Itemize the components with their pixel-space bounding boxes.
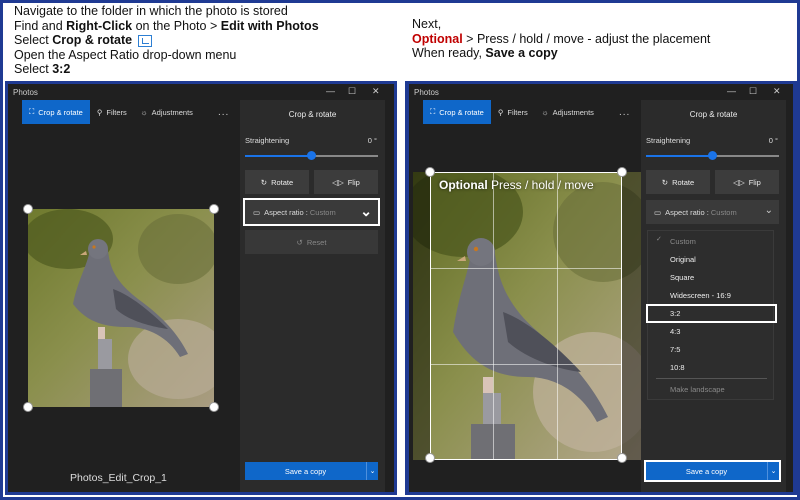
save-copy-button[interactable]: Save a copy	[245, 462, 366, 480]
pigeon-photo-svg	[28, 209, 214, 407]
dropdown-item-7-5[interactable]: 7:5	[648, 341, 773, 358]
crop-handle-top-right[interactable]	[209, 204, 219, 214]
tab-adjustments[interactable]: ☼ Adjustments	[134, 100, 200, 124]
crop-frame[interactable]	[430, 172, 622, 460]
photo-caption: Photos_Edit_Crop_1	[70, 472, 167, 484]
crop-handle-top-left[interactable]	[23, 204, 33, 214]
flip-button[interactable]: ◁▷ Flip	[314, 170, 378, 194]
more-options-button[interactable]: ...	[218, 107, 229, 118]
dropdown-item-original[interactable]: Original	[648, 251, 773, 268]
instruction-line-3: Select Crop & rotate	[14, 33, 319, 48]
tab-adjustments[interactable]: ☼ Adjustments	[535, 100, 601, 124]
flip-icon: ◁▷	[733, 177, 745, 187]
flip-button[interactable]: ◁▷ Flip	[715, 170, 779, 194]
crop-handle-top-right[interactable]	[617, 167, 627, 177]
dropdown-item-4-3[interactable]: 4:3	[648, 323, 773, 340]
rotate-button[interactable]: ↻ Rotate	[646, 170, 710, 194]
reset-button[interactable]: ↺ Reset	[245, 230, 378, 254]
highlight-3-2	[646, 304, 777, 323]
aspect-ratio-icon: ▭	[654, 207, 662, 217]
more-options-button[interactable]: ...	[619, 107, 630, 118]
aspect-ratio-select[interactable]: ▭ Aspect ratio : Custom ⌄	[646, 200, 779, 224]
tab-filters[interactable]: ⚲ Filters	[90, 100, 134, 124]
dropdown-separator	[656, 378, 767, 379]
photos-app-right: Photos — ☐ ✕ ⛶ Crop & rotate ⚲ Filters ☼ Ad…	[409, 84, 793, 492]
dropdown-item-widescreen[interactable]: Widescreen - 16:9	[648, 287, 773, 304]
rotate-icon: ↻	[260, 177, 268, 187]
straightening-fill	[245, 155, 311, 157]
crop-mask-left	[413, 172, 430, 460]
panel-title: Crop & rotate	[689, 110, 738, 119]
aspect-ratio-dropdown: ✓ Custom Original Square Widescreen - 16…	[646, 230, 777, 400]
highlight-aspect-ratio	[243, 198, 380, 226]
photo[interactable]	[28, 209, 214, 407]
flip-icon: ◁▷	[332, 177, 344, 187]
tab-crop-rotate[interactable]: ⛶ Crop & rotate	[22, 100, 90, 124]
crop-handle-bottom-right[interactable]	[617, 453, 627, 463]
straightening-slider[interactable]	[307, 151, 316, 160]
dropdown-item-make-landscape[interactable]: Make landscape	[648, 381, 773, 398]
straightening-value: 0 °	[367, 136, 377, 145]
maximize-button[interactable]: ☐	[749, 86, 757, 97]
instruction-line-2: Find and Right-Click on the Photo > Edit…	[14, 18, 319, 33]
maximize-button[interactable]: ☐	[348, 86, 356, 97]
straightening-label: Straightening	[646, 136, 691, 145]
minimize-button[interactable]: —	[727, 86, 736, 96]
dropdown-item-square[interactable]: Square	[648, 269, 773, 286]
close-button[interactable]: ✕	[372, 86, 380, 97]
crop-handle-bottom-right[interactable]	[209, 402, 219, 412]
optional-overlay-text: Optional Press / hold / move	[439, 178, 594, 192]
crop-panel: Crop & rotate Straightening 0 ° ↻ Rotate …	[240, 100, 385, 492]
sun-icon: ☼	[140, 107, 148, 117]
sun-icon: ☼	[541, 107, 549, 117]
filter-icon: ⚲	[497, 107, 504, 117]
straightening-fill	[646, 155, 712, 157]
instruction-right-line-3: When ready, Save a copy	[412, 46, 558, 60]
chevron-down-icon: ⌄	[764, 205, 773, 216]
crop-icon: ⛶	[29, 107, 35, 116]
photos-app-left: Photos — ☐ ✕ ⛶ Crop & rotate ⚲ Filters ☼ Ad…	[8, 84, 394, 492]
crop-mask-right	[622, 172, 641, 460]
instructions-right: Next, Optional > Press / hold / move - a…	[412, 17, 710, 61]
edit-toolbar: ⛶ Crop & rotate ⚲ Filters ☼ Adjustments ...	[22, 100, 229, 124]
minimize-button[interactable]: —	[326, 86, 335, 96]
instruction-line-4: Open the Aspect Ratio drop-down menu	[14, 47, 237, 62]
tab-filters[interactable]: ⚲ Filters	[491, 100, 535, 124]
tab-crop-rotate[interactable]: ⛶ Crop & rotate	[423, 100, 491, 124]
instructions-left: Navigate to the folder in which the phot…	[14, 4, 319, 77]
reset-icon: ↺	[296, 237, 303, 247]
crop-icon: ⛶	[430, 107, 436, 116]
dropdown-item-custom[interactable]: Custom	[648, 233, 773, 250]
instruction-right-line-1: Next,	[412, 17, 442, 31]
panel-title: Crop & rotate	[288, 110, 337, 119]
instruction-right-line-2: Optional > Press / hold / move - adjust …	[412, 31, 711, 46]
instruction-line-5: Select 3:2	[14, 62, 71, 76]
crop-handle-bottom-left[interactable]	[23, 402, 33, 412]
instruction-line-1: Navigate to the folder in which the phot…	[14, 4, 288, 18]
highlight-save-copy	[644, 460, 781, 482]
crop-icon	[138, 34, 153, 47]
filter-icon: ⚲	[96, 107, 103, 117]
save-options-chevron-icon[interactable]: ⌄	[366, 462, 378, 480]
rotate-icon: ↻	[661, 177, 669, 187]
crop-handle-bottom-left[interactable]	[425, 453, 435, 463]
crop-handle-top-left[interactable]	[425, 167, 435, 177]
title-bar: Photos	[13, 88, 38, 97]
straightening-slider[interactable]	[708, 151, 717, 160]
close-button[interactable]: ✕	[773, 86, 781, 97]
dropdown-item-10-8[interactable]: 10:8	[648, 359, 773, 376]
edit-toolbar: ⛶ Crop & rotate ⚲ Filters ☼ Adjustments ...	[423, 100, 630, 124]
straightening-value: 0 °	[768, 136, 778, 145]
straightening-label: Straightening	[245, 136, 290, 145]
rotate-button[interactable]: ↻ Rotate	[245, 170, 309, 194]
